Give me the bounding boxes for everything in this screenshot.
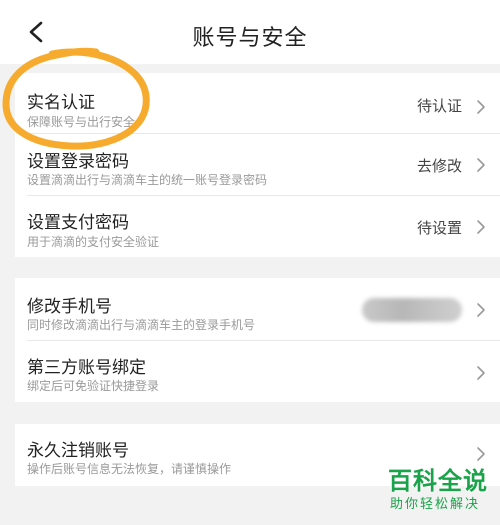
row-login-password[interactable]: 设置登录密码 设置滴滴出行与滴滴车主的统一账号登录密码 去修改 — [15, 135, 500, 204]
chevron-right-icon — [477, 100, 485, 114]
row-third-party-binding[interactable]: 第三方账号绑定 绑定后可免验证快捷登录 — [15, 341, 500, 410]
row-title: 设置支付密码 — [27, 213, 129, 233]
row-subtitle: 绑定后可免验证快捷登录 — [27, 379, 160, 393]
status-label: 待认证 — [416, 97, 462, 115]
row-subtitle: 用于滴滴的支付安全验证 — [27, 235, 160, 249]
watermark-tagline: 助你轻松解决 — [389, 497, 480, 512]
status-label: 待设置 — [416, 219, 462, 237]
watermark-logo: 百科全说 助你轻松解决 — [370, 461, 488, 515]
page-title: 账号与安全 — [192, 26, 308, 51]
row-title: 设置登录密码 — [27, 152, 129, 172]
chevron-right-icon — [477, 366, 485, 380]
row-title: 实名认证 — [27, 93, 95, 113]
redacted-phone-number — [362, 298, 462, 322]
row-title: 永久注销账号 — [27, 441, 129, 461]
divider — [27, 133, 500, 134]
chevron-right-icon — [477, 447, 485, 461]
security-group: 实名认证 保障账号与出行安全 待认证 设置登录密码 设置滴滴出行与滴滴车主的统一… — [15, 73, 500, 257]
status-label: 去修改 — [416, 157, 462, 175]
row-subtitle: 设置滴滴出行与滴滴车主的统一账号登录密码 — [27, 173, 268, 187]
chevron-right-icon — [477, 220, 485, 234]
chevron-right-icon — [477, 303, 485, 317]
row-subtitle: 保障账号与出行安全 — [27, 115, 136, 129]
row-payment-password[interactable]: 设置支付密码 用于滴滴的支付安全验证 待设置 — [15, 196, 500, 265]
account-binding-group: 修改手机号 同时修改滴滴出行与滴滴车主的登录手机号 第三方账号绑定 绑定后可免验… — [15, 278, 500, 402]
row-subtitle: 同时修改滴滴出行与滴滴车主的登录手机号 — [27, 318, 256, 332]
row-title: 第三方账号绑定 — [27, 358, 146, 378]
nav-header: 账号与安全 — [0, 0, 500, 64]
row-title: 修改手机号 — [27, 297, 112, 317]
chevron-right-icon — [477, 158, 485, 172]
row-subtitle: 操作后账号信息无法恢复，请谨慎操作 — [27, 462, 232, 476]
row-change-phone[interactable]: 修改手机号 同时修改滴滴出行与滴滴车主的登录手机号 — [15, 278, 500, 347]
row-real-name-verification[interactable]: 实名认证 保障账号与出行安全 待认证 — [15, 73, 500, 142]
watermark-title: 百科全说 — [388, 467, 488, 495]
